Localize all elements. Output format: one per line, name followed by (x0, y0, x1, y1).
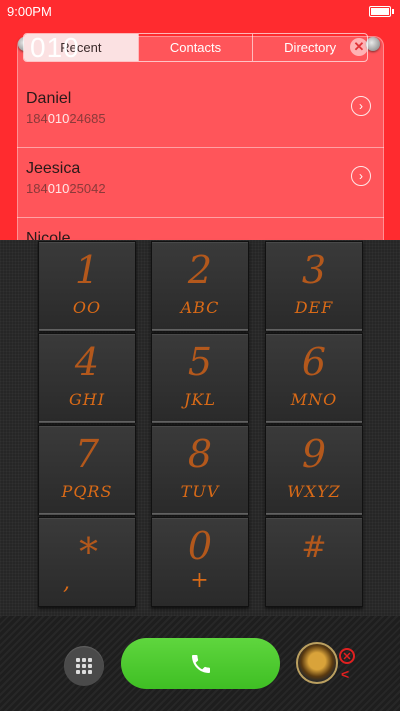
key-digit: 9 (301, 432, 327, 476)
close-icon[interactable]: ✕ (350, 38, 368, 56)
pin-icon (366, 37, 380, 51)
key-letters: ABC (180, 298, 220, 317)
key-letters: WXYZ (287, 482, 341, 501)
key-4[interactable]: 4 GHI (38, 333, 136, 423)
list-item[interactable]: Nicole (17, 218, 384, 240)
chevron-right-icon[interactable]: › (351, 96, 371, 116)
key-hash[interactable]: # (265, 517, 363, 607)
key-digit: # (301, 530, 327, 565)
dialpad-icon[interactable] (64, 646, 104, 686)
typed-number: 010 (30, 32, 80, 63)
contact-number: 18401025042 (26, 181, 106, 196)
back-arrow-icon[interactable]: < (341, 666, 349, 682)
list-item[interactable]: Jeesica 18401025042 › (17, 148, 384, 218)
contact-name: Daniel (26, 90, 72, 107)
close-icon[interactable]: ✕ (339, 648, 355, 664)
key-digit: 0 (187, 524, 213, 568)
key-1[interactable]: 1 OO (38, 241, 136, 331)
key-letters: + (190, 568, 210, 593)
status-bar: 9:00PM (0, 0, 400, 22)
pause-icon: , (63, 570, 71, 595)
key-letters: TUV (180, 482, 220, 501)
key-digit: 6 (301, 340, 327, 384)
key-0[interactable]: 0 + (151, 517, 249, 607)
keypad: 1 OO 2 ABC 3 DEF 4 GHI 5 JKL 6 MNO 7 PQR… (0, 240, 400, 616)
dialer-header: 9:00PM Recent Contacts Directory 010 ✕ D… (0, 0, 400, 240)
key-digit: 7 (74, 432, 100, 476)
key-letters: PQRS (61, 482, 113, 501)
voicemail-icon: OO (72, 298, 102, 317)
key-digit: 8 (187, 432, 213, 476)
call-button[interactable] (121, 638, 280, 689)
list-item[interactable]: Daniel 18401024685 › (17, 78, 384, 148)
key-digit: * (79, 530, 98, 574)
key-2[interactable]: 2 ABC (151, 241, 249, 331)
key-9[interactable]: 9 WXYZ (265, 425, 363, 515)
contact-name: Jeesica (26, 160, 81, 177)
contact-list: Daniel 18401024685 › Jeesica 18401025042… (17, 78, 384, 240)
contact-number: 18401024685 (26, 111, 106, 126)
avatar[interactable] (296, 642, 338, 684)
key-digit: 1 (74, 248, 100, 292)
key-digit: 4 (74, 340, 100, 384)
chevron-right-icon[interactable]: › (351, 166, 371, 186)
key-star[interactable]: * , (38, 517, 136, 607)
key-letters: GHI (68, 390, 106, 409)
key-letters: JKL (184, 390, 216, 409)
contact-name: Nicole (26, 230, 71, 240)
key-digit: 5 (187, 340, 213, 384)
key-6[interactable]: 6 MNO (265, 333, 363, 423)
key-letters: MNO (290, 390, 338, 409)
status-time: 9:00PM (7, 4, 52, 19)
key-8[interactable]: 8 TUV (151, 425, 249, 515)
key-5[interactable]: 5 JKL (151, 333, 249, 423)
key-digit: 2 (187, 248, 213, 292)
phone-icon (191, 654, 210, 673)
action-bar: ✕ < (0, 616, 400, 711)
battery-icon (369, 6, 394, 17)
tab-contacts[interactable]: Contacts (137, 34, 253, 61)
key-7[interactable]: 7 PQRS (38, 425, 136, 515)
key-digit: 3 (301, 248, 327, 292)
key-3[interactable]: 3 DEF (265, 241, 363, 331)
key-letters: DEF (294, 298, 334, 317)
